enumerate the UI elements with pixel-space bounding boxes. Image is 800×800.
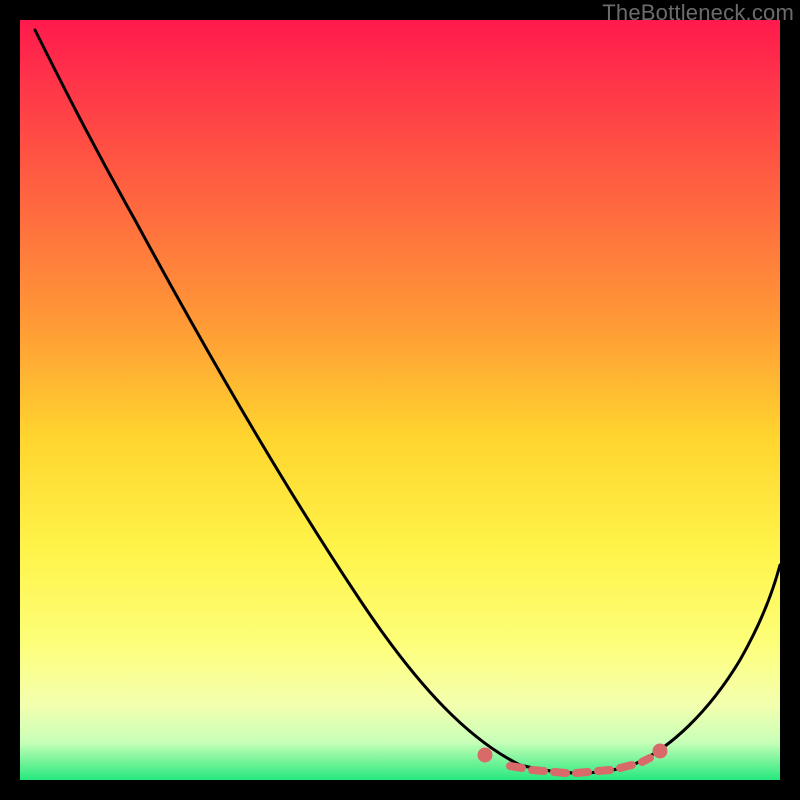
curve-path — [35, 30, 780, 773]
marker-dash — [554, 772, 566, 773]
marker-dash — [576, 772, 588, 773]
marker-dash — [598, 770, 610, 771]
marker-dash — [642, 758, 650, 762]
watermark-text: TheBottleneck.com — [602, 0, 794, 26]
marker-dash — [532, 770, 544, 771]
marker-dot-left — [478, 748, 492, 762]
chart-frame — [20, 20, 780, 780]
marker-dot-right — [653, 744, 667, 758]
bottleneck-curve — [20, 20, 780, 780]
marker-dash — [620, 765, 632, 768]
marker-dash — [510, 766, 522, 768]
